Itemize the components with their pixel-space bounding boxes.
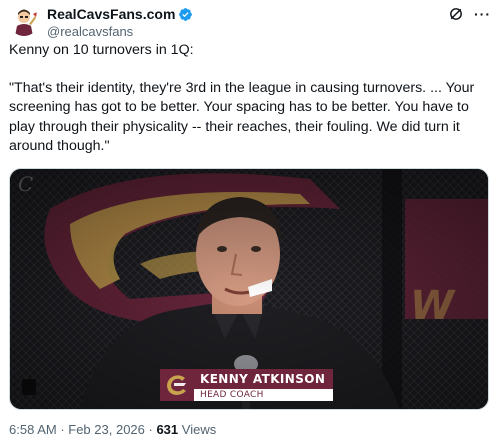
display-name[interactable]: RealCavsFans.com <box>47 6 175 22</box>
tweet-quote: "That's their identity, they're 3rd in t… <box>9 80 475 154</box>
views-label: Views <box>178 422 217 437</box>
avatar[interactable] <box>9 6 39 36</box>
grok-icon[interactable] <box>448 6 464 22</box>
lower-third-name: KENNY ATKINSON <box>194 369 334 389</box>
tweet-meta: 6:58 AM · Feb 23, 2026 · 631 Views <box>9 422 216 437</box>
tweet-header: RealCavsFans.com @realcavsfans ··· <box>9 6 493 42</box>
more-options-icon[interactable]: ··· <box>474 6 491 22</box>
tweet-media-image[interactable]: W C <box>9 168 489 410</box>
cavaliers-logo-icon <box>160 369 194 401</box>
meta-separator: · <box>144 422 157 437</box>
meta-separator: · <box>56 422 69 437</box>
verified-badge-icon <box>179 7 193 21</box>
tweet-intro: Kenny on 10 turnovers in 1Q: <box>9 42 194 58</box>
post-date[interactable]: Feb 23, 2026 <box>68 422 145 437</box>
tweet-card: RealCavsFans.com @realcavsfans ··· Kenny… <box>0 0 500 440</box>
name-graphic: KENNY ATKINSON HEAD COACH <box>160 369 334 401</box>
post-time[interactable]: 6:58 AM <box>9 422 57 437</box>
lower-third-title: HEAD COACH <box>194 389 334 401</box>
tweet-text: Kenny on 10 turnovers in 1Q: "That's the… <box>9 41 493 156</box>
views-count[interactable]: 631 <box>156 422 178 437</box>
handle[interactable]: @realcavsfans <box>47 24 193 39</box>
cartoon-fan-avatar-icon <box>9 6 39 36</box>
